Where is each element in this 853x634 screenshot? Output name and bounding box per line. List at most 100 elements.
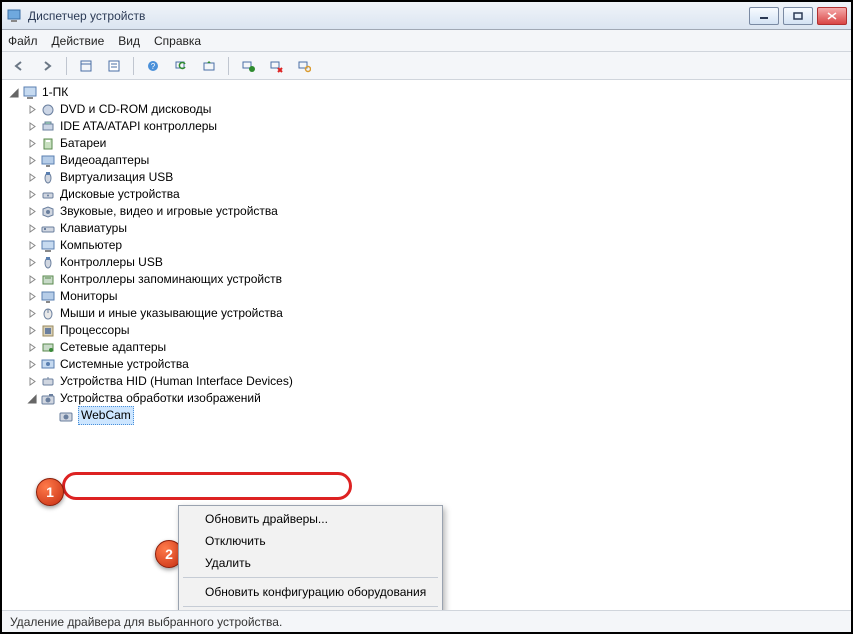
app-icon	[6, 8, 22, 24]
tree-item[interactable]: Процессоры	[26, 322, 845, 339]
device-icon	[40, 306, 56, 322]
expand-icon[interactable]	[26, 206, 38, 218]
tree-item-webcam[interactable]: WebCam	[44, 407, 845, 424]
menu-file[interactable]: Файл	[8, 34, 38, 48]
expand-icon[interactable]	[26, 138, 38, 150]
titlebar: Диспетчер устройств	[2, 2, 851, 30]
device-icon	[40, 221, 56, 237]
device-icon	[40, 255, 56, 271]
help-button[interactable]: ?	[142, 55, 164, 77]
tree-item[interactable]: Звуковые, видео и игровые устройства	[26, 203, 845, 220]
device-icon	[40, 272, 56, 288]
device-icon	[40, 357, 56, 373]
device-icon	[40, 119, 56, 135]
device-label: Батареи	[60, 135, 106, 152]
tree-item[interactable]: Видеоадаптеры	[26, 152, 845, 169]
tree-item[interactable]: DVD и CD-ROM дисководы	[26, 101, 845, 118]
back-button[interactable]	[8, 55, 30, 77]
device-label: Устройства HID (Human Interface Devices)	[60, 373, 293, 390]
uninstall-button[interactable]	[265, 55, 287, 77]
minimize-button[interactable]	[749, 7, 779, 25]
menubar: Файл Действие Вид Справка	[2, 30, 851, 52]
tree-item-imaging[interactable]: ◢ Устройства обработки изображений	[26, 390, 845, 407]
imaging-label: Устройства обработки изображений	[60, 390, 261, 407]
device-icon	[40, 102, 56, 118]
tree-item[interactable]: Мониторы	[26, 288, 845, 305]
device-icon	[40, 340, 56, 356]
device-label: Звуковые, видео и игровые устройства	[60, 203, 278, 220]
expand-icon[interactable]	[26, 274, 38, 286]
expand-icon[interactable]	[26, 240, 38, 252]
tree-item[interactable]: Системные устройства	[26, 356, 845, 373]
device-icon	[40, 187, 56, 203]
device-icon	[40, 153, 56, 169]
expand-icon[interactable]	[26, 359, 38, 371]
show-hide-console-button[interactable]	[75, 55, 97, 77]
callout-1: 1	[36, 478, 64, 506]
toolbar: ?	[2, 52, 851, 80]
update-driver-button[interactable]	[198, 55, 220, 77]
menu-help[interactable]: Справка	[154, 34, 201, 48]
tree-item[interactable]: Дисковые устройства	[26, 186, 845, 203]
device-label: Мониторы	[60, 288, 117, 305]
refresh-button[interactable]	[293, 55, 315, 77]
collapse-icon[interactable]: ◢	[8, 87, 20, 99]
tree-item[interactable]: Контроллеры запоминающих устройств	[26, 271, 845, 288]
expand-icon[interactable]	[26, 155, 38, 167]
tree-item[interactable]: Сетевые адаптеры	[26, 339, 845, 356]
camera-icon	[40, 391, 56, 407]
menu-view[interactable]: Вид	[118, 34, 140, 48]
device-icon	[40, 323, 56, 339]
computer-icon	[22, 85, 38, 101]
expand-icon[interactable]	[26, 104, 38, 116]
context-menu: Обновить драйверы... Отключить Удалить О…	[178, 505, 443, 610]
tree-item[interactable]: Устройства HID (Human Interface Devices)	[26, 373, 845, 390]
tree-item[interactable]: Виртуализация USB	[26, 169, 845, 186]
device-icon	[40, 136, 56, 152]
expand-icon[interactable]	[26, 189, 38, 201]
expand-icon[interactable]	[26, 308, 38, 320]
device-icon	[40, 204, 56, 220]
expand-icon[interactable]	[26, 325, 38, 337]
expand-icon[interactable]	[26, 223, 38, 235]
context-disable[interactable]: Отключить	[181, 530, 440, 552]
device-label: Контроллеры USB	[60, 254, 163, 271]
webcam-icon	[58, 408, 74, 424]
close-button[interactable]	[817, 7, 847, 25]
status-text: Удаление драйвера для выбранного устройс…	[10, 615, 282, 629]
device-label: Клавиатуры	[60, 220, 127, 237]
forward-button[interactable]	[36, 55, 58, 77]
tree-item[interactable]: Контроллеры USB	[26, 254, 845, 271]
properties-button[interactable]	[103, 55, 125, 77]
enable-button[interactable]	[237, 55, 259, 77]
tree-item[interactable]: Мыши и иные указывающие устройства	[26, 305, 845, 322]
device-label: Видеоадаптеры	[60, 152, 149, 169]
tree-item[interactable]: Компьютер	[26, 237, 845, 254]
context-update-drivers[interactable]: Обновить драйверы...	[181, 508, 440, 530]
context-uninstall[interactable]: Удалить	[181, 552, 440, 574]
expand-icon[interactable]	[26, 342, 38, 354]
device-label: Процессоры	[60, 322, 130, 339]
device-label: DVD и CD-ROM дисководы	[60, 101, 211, 118]
webcam-label: WebCam	[78, 406, 134, 425]
root-label: 1-ПК	[42, 84, 68, 101]
tree-item[interactable]: Клавиатуры	[26, 220, 845, 237]
expand-icon[interactable]	[26, 121, 38, 133]
statusbar: Удаление драйвера для выбранного устройс…	[2, 610, 851, 632]
collapse-icon[interactable]: ◢	[26, 393, 38, 405]
tree-item[interactable]: Батареи	[26, 135, 845, 152]
device-label: IDE ATA/ATAPI контроллеры	[60, 118, 217, 135]
tree-item[interactable]: IDE ATA/ATAPI контроллеры	[26, 118, 845, 135]
tree-root[interactable]: ◢ 1-ПК	[8, 84, 845, 101]
context-separator	[183, 577, 438, 578]
context-scan[interactable]: Обновить конфигурацию оборудования	[181, 581, 440, 603]
menu-action[interactable]: Действие	[52, 34, 105, 48]
expand-icon[interactable]	[26, 172, 38, 184]
maximize-button[interactable]	[783, 7, 813, 25]
expand-icon[interactable]	[26, 291, 38, 303]
scan-button[interactable]	[170, 55, 192, 77]
svg-text:?: ?	[151, 62, 156, 71]
expand-icon[interactable]	[26, 257, 38, 269]
device-label: Сетевые адаптеры	[60, 339, 166, 356]
expand-icon[interactable]	[26, 376, 38, 388]
